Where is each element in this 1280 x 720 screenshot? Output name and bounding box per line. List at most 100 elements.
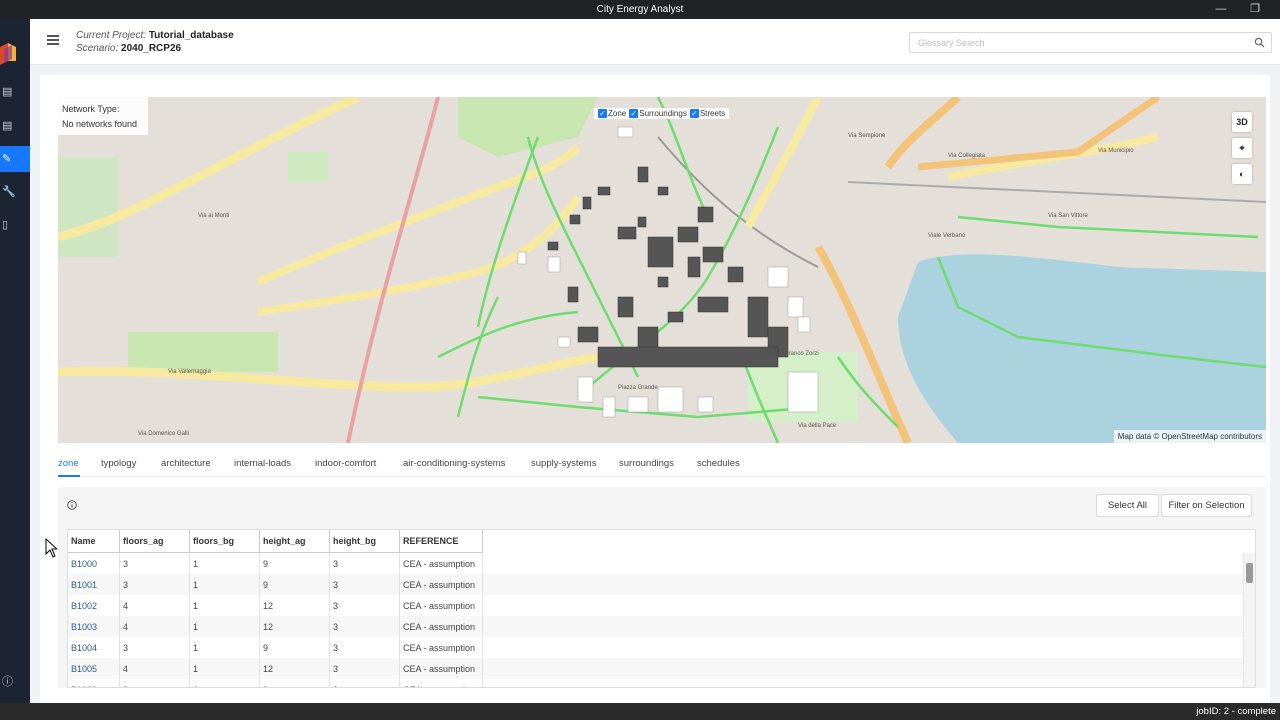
column-header-floors-ag[interactable]: floors_ag: [120, 530, 190, 553]
table-cell[interactable]: 4: [120, 658, 190, 679]
sidebar-item-project[interactable]: ▤: [0, 79, 30, 105]
table-cell[interactable]: 1: [190, 574, 260, 595]
table-cell[interactable]: 12: [260, 595, 330, 616]
column-header-height-bg[interactable]: height_bg: [330, 530, 400, 553]
tab-typology[interactable]: typology: [101, 458, 136, 469]
table-cell[interactable]: 3: [330, 658, 400, 679]
layer-toggle-zone[interactable]: ✓ Zone: [598, 109, 626, 118]
table-row[interactable]: B10063193CEA - assumption: [68, 679, 1244, 687]
theme-toggle-button[interactable]: ◐: [1232, 164, 1252, 184]
crosshair-icon: ⌖: [1239, 143, 1245, 153]
help-icon: ⓘ: [2, 676, 13, 688]
table-cell[interactable]: 3: [120, 637, 190, 658]
table-row[interactable]: B1004 3 1 9 3 CEA - assumption: [68, 637, 1244, 658]
toggle-3d-button[interactable]: 3D: [1232, 112, 1252, 132]
table-cell[interactable]: 9: [260, 553, 330, 574]
table-cell[interactable]: 9: [260, 679, 330, 687]
table-cell[interactable]: 4: [120, 616, 190, 637]
table-cell[interactable]: CEA - assumption: [400, 616, 483, 637]
table-cell[interactable]: 3: [330, 637, 400, 658]
info-icon[interactable]: [67, 500, 77, 510]
tab-surroundings[interactable]: surroundings: [619, 458, 674, 469]
tab-indoor-comfort[interactable]: indoor-comfort: [315, 458, 376, 469]
table-cell[interactable]: 9: [260, 637, 330, 658]
network-info-panel: Network Type: No networks found: [58, 97, 148, 135]
table-cell[interactable]: 1: [190, 637, 260, 658]
checkbox-checked-icon: ✓: [689, 109, 699, 118]
search-icon[interactable]: [1254, 37, 1265, 48]
column-header-name[interactable]: Name: [68, 530, 120, 553]
maximize-button[interactable]: ❐: [1240, 0, 1270, 19]
tab-architecture[interactable]: architecture: [161, 458, 211, 469]
sidebar-item-dashboard[interactable]: ▤: [0, 113, 30, 139]
table-cell[interactable]: 9: [260, 574, 330, 595]
table-cell[interactable]: 3: [120, 553, 190, 574]
sidebar-item-input-editor[interactable]: ✎: [0, 146, 30, 172]
table-scrollbar[interactable]: [1243, 553, 1255, 687]
table-cell[interactable]: 1: [190, 595, 260, 616]
tab-schedules[interactable]: schedules: [697, 458, 740, 469]
table-cell[interactable]: 3: [330, 616, 400, 637]
column-header-floors-bg[interactable]: floors_bg: [190, 530, 260, 553]
sidebar-item-plots[interactable]: ▯: [0, 212, 30, 238]
table-cell[interactable]: 1: [190, 679, 260, 687]
sidebar-item-help[interactable]: ⓘ: [0, 669, 30, 695]
table-cell[interactable]: 4: [120, 595, 190, 616]
table-cell[interactable]: CEA - assumption: [400, 679, 483, 687]
table-cell[interactable]: 3: [120, 679, 190, 687]
window-title: City Energy Analyst: [596, 4, 684, 15]
table-cell[interactable]: B1004: [68, 637, 120, 658]
checkbox-checked-icon: ✓: [598, 109, 607, 118]
minimize-button[interactable]: —: [1206, 0, 1236, 19]
layer-toggle-streets[interactable]: ✓ Streets: [689, 109, 725, 118]
table-row[interactable]: B1003 4 1 12 3 CEA - assumption: [68, 616, 1244, 637]
sidebar-item-tools[interactable]: 🔧: [0, 179, 30, 205]
map-view[interactable]: Via ai Monti Via Vallemaggia Via Domenic…: [58, 97, 1266, 443]
table-cell[interactable]: CEA - assumption: [400, 595, 483, 616]
filter-on-selection-button[interactable]: Filter on Selection: [1161, 494, 1252, 517]
table-icon: ▤: [2, 120, 13, 132]
table-row[interactable]: B1002 4 1 12 3 CEA - assumption: [68, 595, 1244, 616]
table-cell[interactable]: 12: [260, 658, 330, 679]
map-label-viale-verbano: Viale Verbano: [928, 233, 966, 239]
map-label-via-ai-monti: Via ai Monti: [198, 213, 229, 219]
table-row[interactable]: B1001 3 1 9 3 CEA - assumption: [68, 574, 1244, 595]
locate-button[interactable]: ⌖: [1232, 138, 1252, 158]
table-cell[interactable]: CEA - assumption: [400, 553, 483, 574]
table-cell[interactable]: B1005: [68, 658, 120, 679]
table-row[interactable]: B1000 3 1 9 3 CEA - assumption: [68, 553, 1244, 574]
table-row[interactable]: B1005 4 1 12 3 CEA - assumption: [68, 658, 1244, 679]
layer-toggle-surroundings[interactable]: ✓ Surroundings: [629, 109, 687, 118]
table-cell[interactable]: 12: [260, 616, 330, 637]
table-cell[interactable]: 3: [330, 679, 400, 687]
table-cell[interactable]: CEA - assumption: [400, 574, 483, 595]
map-label-via-della-pace: Via della Pace: [798, 423, 837, 429]
map-attribution[interactable]: Map data © OpenStreetMap contributors: [1113, 430, 1266, 443]
column-header-reference[interactable]: REFERENCE: [400, 530, 483, 553]
table-cell[interactable]: 1: [190, 553, 260, 574]
table-cell[interactable]: 3: [120, 574, 190, 595]
table-cell[interactable]: 1: [190, 616, 260, 637]
project-name: Tutorial_database: [148, 30, 234, 41]
table-cell[interactable]: 3: [330, 553, 400, 574]
table-cell[interactable]: 3: [330, 595, 400, 616]
tab-zone[interactable]: zone: [58, 458, 79, 469]
tab-air-conditioning-systems[interactable]: air-conditioning-systems: [403, 458, 505, 469]
select-all-button[interactable]: Select All: [1096, 494, 1159, 517]
table-cell[interactable]: B1000: [68, 553, 120, 574]
table-cell[interactable]: B1001: [68, 574, 120, 595]
glossary-search-input[interactable]: [910, 33, 1240, 53]
table-cell[interactable]: B1006: [68, 679, 120, 687]
scrollbar-thumb[interactable]: [1246, 563, 1253, 583]
table-cell[interactable]: 1: [190, 658, 260, 679]
table-cell[interactable]: CEA - assumption: [400, 658, 483, 679]
column-header-height-ag[interactable]: height_ag: [260, 530, 330, 553]
tab-internal-loads[interactable]: internal-loads: [234, 458, 291, 469]
table-cell[interactable]: CEA - assumption: [400, 637, 483, 658]
table-cell[interactable]: B1002: [68, 595, 120, 616]
table-cell[interactable]: 3: [330, 574, 400, 595]
tab-supply-systems[interactable]: supply-systems: [531, 458, 596, 469]
menu-toggle-icon[interactable]: [47, 35, 59, 47]
status-bar: jobID: 2 - complete: [0, 703, 1280, 720]
table-cell[interactable]: B1003: [68, 616, 120, 637]
